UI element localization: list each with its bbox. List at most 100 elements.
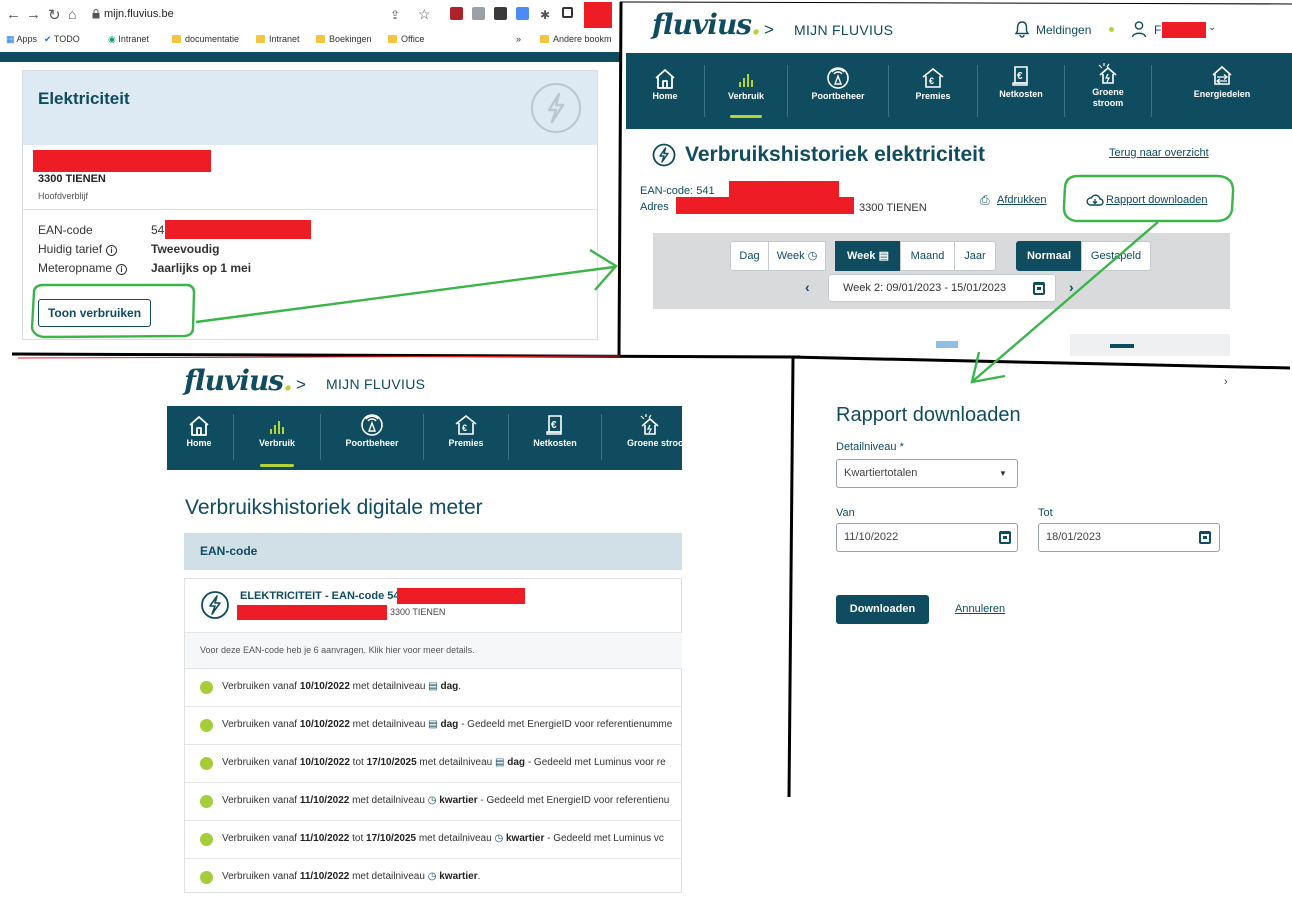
panel-download-dialog: › Rapport downloaden Detailniveau * Kwar…	[792, 362, 1292, 797]
user-initial[interactable]: F	[1154, 23, 1161, 37]
detail-level-value: Kwartiertotalen	[844, 467, 918, 479]
calendar-icon[interactable]	[1199, 531, 1211, 544]
star-icon[interactable]: ☆	[418, 6, 431, 23]
request-row[interactable]: Verbruiken vanaf 11/10/2022 met detailni…	[185, 858, 682, 896]
card-header: Elektriciteit	[23, 71, 597, 145]
download-button[interactable]: Downloaden	[836, 595, 929, 624]
extension-icon[interactable]	[494, 7, 507, 20]
chart-bar	[1110, 344, 1134, 348]
requests-notice-text: Voor deze EAN-code heb je 6 aanvragen. K…	[200, 645, 475, 655]
chevron-right-icon: >	[296, 375, 306, 394]
bookmark-apps[interactable]: ▦ Apps	[6, 34, 37, 45]
request-row[interactable]: Verbruiken vanaf 10/10/2022 met detailni…	[185, 668, 682, 706]
share-icon[interactable]: ⇪	[390, 8, 400, 22]
period-year-button[interactable]: Jaar	[954, 241, 996, 271]
notifications-link[interactable]: Meldingen	[1036, 23, 1091, 37]
clock-icon: ◷	[427, 795, 440, 806]
show-consumption-button[interactable]: Toon verbruiken	[38, 299, 151, 327]
request-row[interactable]: Verbruiken vanaf 10/10/2022 tot 17/10/20…	[185, 744, 682, 782]
bookmark-todo[interactable]: ✔ TODO	[44, 34, 80, 45]
info-icon[interactable]: i	[106, 245, 118, 256]
invoice-icon: €	[546, 415, 562, 435]
extension-icon[interactable]	[516, 7, 529, 20]
chevron-right-icon: >	[764, 20, 774, 39]
home-icon[interactable]: ⌂	[68, 6, 76, 22]
back-arrow-icon[interactable]: ←	[6, 6, 21, 23]
breadcrumb[interactable]: MIJN FLUVIUS	[326, 376, 425, 392]
next-week-icon[interactable]: ›	[1069, 279, 1074, 295]
request-row[interactable]: Verbruiken vanaf 10/10/2022 met detailni…	[185, 706, 682, 744]
reload-icon[interactable]: ↻	[48, 6, 61, 24]
mode-normal-button[interactable]: Normaal	[1016, 241, 1082, 271]
close-icon[interactable]: ›	[1224, 376, 1228, 388]
fluvius-logo[interactable]: fluvius.	[652, 8, 761, 41]
bell-icon[interactable]	[1014, 20, 1030, 41]
week-selector[interactable]: Week 2: 09/01/2023 - 15/01/2023	[828, 274, 1056, 302]
browser-toolbar: ← → ↻ ⌂ mijn.fluvius.be ⇪ ☆ ✱	[0, 0, 620, 30]
bookmark-intranet-folder[interactable]: Intranet	[256, 34, 300, 44]
clock-icon: ◷	[427, 871, 440, 882]
nav-groene-stroom[interactable]: Groene stroom	[603, 406, 682, 448]
download-report-link[interactable]: Rapport downloaden	[1106, 194, 1208, 206]
bookmark-office[interactable]: Office	[388, 34, 424, 44]
fluvius-logo[interactable]: fluvius.	[184, 364, 293, 397]
calendar-icon[interactable]	[999, 531, 1011, 544]
period-month-button[interactable]: Maand	[900, 241, 955, 271]
chevron-down-icon[interactable]: ⌄	[1208, 22, 1216, 33]
period-week-button[interactable]: Week ▤	[835, 241, 901, 271]
nav-poortbeheer[interactable]: Poortbeheer	[788, 53, 888, 101]
print-link[interactable]: Afdrukken	[997, 194, 1047, 206]
nav-premies[interactable]: € Premies	[424, 406, 508, 448]
sidepanel-icon[interactable]	[562, 7, 573, 18]
forward-arrow-icon[interactable]: →	[26, 6, 41, 23]
status-dot	[200, 681, 213, 694]
camera-extension-icon[interactable]	[472, 7, 485, 20]
nav-verbruik[interactable]: Verbruik	[234, 406, 320, 448]
nav-verbruik[interactable]: Verbruik	[705, 53, 787, 101]
printer-icon: ⎙	[980, 193, 990, 207]
nav-poortbeheer[interactable]: Poortbeheer	[321, 406, 423, 448]
period-week-rolling-button[interactable]: Week ◷	[768, 241, 826, 271]
puzzle-icon[interactable]: ✱	[540, 8, 550, 22]
energy-share-icon	[1212, 65, 1232, 85]
nav-premies[interactable]: € Premies	[889, 53, 977, 101]
green-energy-icon	[1098, 63, 1117, 84]
to-date-value: 18/01/2023	[1046, 531, 1102, 543]
detail-level-select[interactable]: Kwartiertotalen ▼	[836, 459, 1018, 488]
bookmark-boekingen[interactable]: Boekingen	[316, 34, 372, 44]
cancel-link[interactable]: Annuleren	[955, 603, 1005, 615]
mode-stacked-button[interactable]: Gestapeld	[1081, 241, 1151, 271]
request-row[interactable]: Verbruiken vanaf 11/10/2022 met detailni…	[185, 782, 682, 820]
to-date-field[interactable]: 18/01/2023	[1038, 523, 1220, 552]
main-nav: Home Verbruik Poortbeheer € Premies € Ne…	[167, 406, 682, 470]
lock-icon	[92, 9, 100, 19]
redacted-ean	[729, 181, 839, 198]
nav-netkosten[interactable]: € Netkosten	[978, 53, 1064, 99]
bookmarks-overflow[interactable]: »	[516, 34, 521, 44]
nav-energiedelen[interactable]: Energiedelen	[1152, 53, 1292, 99]
requests-notice[interactable]: Voor deze EAN-code heb je 6 aanvragen. K…	[185, 632, 682, 668]
previous-week-icon[interactable]: ‹	[805, 279, 810, 295]
divider	[23, 209, 597, 210]
euro-house-icon: €	[455, 414, 477, 435]
info-icon[interactable]: i	[116, 264, 128, 275]
breadcrumb[interactable]: MIJN FLUVIUS	[794, 22, 893, 38]
nav-netkosten[interactable]: € Netkosten	[509, 406, 601, 448]
extension-icon[interactable]	[450, 7, 463, 20]
user-icon[interactable]	[1131, 20, 1147, 41]
address-bar[interactable]: mijn.fluvius.be	[104, 8, 174, 20]
period-day-button[interactable]: Dag	[730, 241, 769, 271]
home-icon	[189, 416, 209, 436]
address-city: 3300 TIENEN	[859, 202, 927, 214]
nav-groene-stroom[interactable]: Groene stroom	[1065, 53, 1151, 109]
bookmark-other[interactable]: Andere bookm	[540, 34, 612, 44]
clock-icon: ◷	[494, 833, 506, 844]
nav-home[interactable]: Home	[167, 406, 231, 448]
bookmark-documentatie[interactable]: documentatie	[172, 34, 239, 44]
nav-home[interactable]: Home	[626, 53, 704, 101]
request-row[interactable]: Verbruiken vanaf 11/10/2022 tot 17/10/20…	[185, 820, 682, 858]
from-date-field[interactable]: 11/10/2022	[836, 523, 1018, 552]
ean-label: EAN-code	[38, 223, 93, 237]
back-to-overview-link[interactable]: Terug naar overzicht	[1109, 147, 1209, 159]
bookmark-intranet[interactable]: ◉ Intranet	[108, 34, 149, 45]
